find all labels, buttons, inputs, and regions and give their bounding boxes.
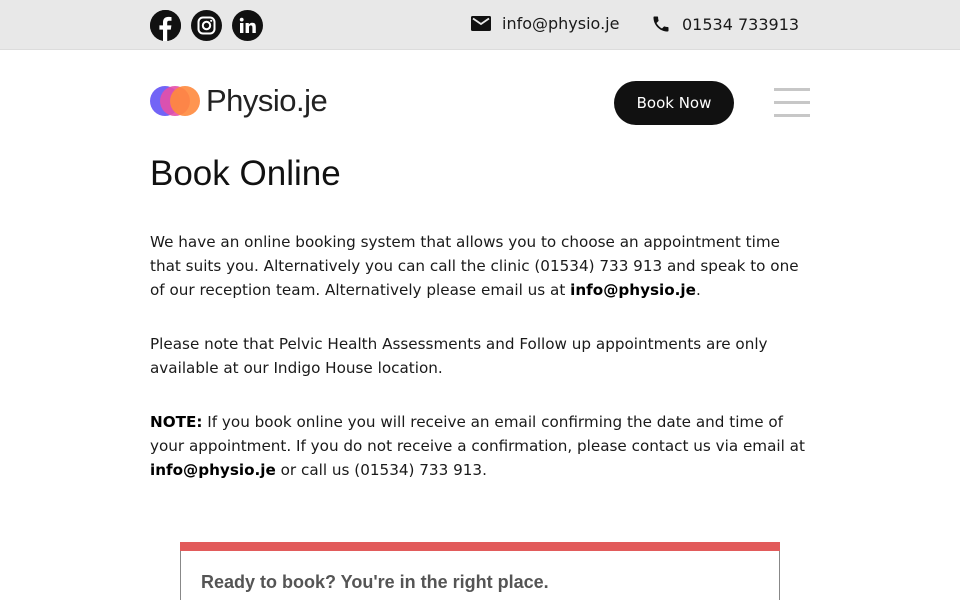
logo-text: Physio.je (206, 83, 328, 118)
email-contact[interactable]: info@physio.je (471, 14, 619, 33)
instagram-icon (197, 16, 216, 35)
facebook-link[interactable] (150, 10, 181, 41)
top-bar: info@physio.je 01534 733913 (0, 0, 960, 50)
hamburger-menu-icon[interactable] (774, 88, 810, 118)
book-now-button[interactable]: Book Now (614, 81, 734, 125)
mail-icon (471, 16, 491, 31)
instagram-link[interactable] (191, 10, 222, 41)
phone-text: 01534 733913 (682, 14, 800, 34)
intro-end: . (695, 281, 701, 299)
site-header: Physio.je Book Now (0, 51, 960, 151)
note-text: If you book online you will receive an e… (150, 413, 805, 455)
phone-contact[interactable]: 01534 733913 (651, 14, 799, 34)
linkedin-icon (239, 17, 256, 33)
booking-card: Ready to book? You're in the right place… (180, 542, 780, 600)
note-end: or call us (01534) 733 913. (275, 461, 487, 479)
note-label: NOTE: (150, 413, 203, 431)
logo-mark-icon (150, 85, 200, 117)
intro-paragraph: We have an online booking system that al… (150, 230, 815, 302)
note-email-link[interactable]: info@physio.je (150, 461, 276, 479)
email-text: info@physio.je (502, 14, 620, 33)
pelvic-note-paragraph: Please note that Pelvic Health Assessmen… (150, 335, 768, 377)
card-title: Ready to book? You're in the right place… (201, 572, 549, 592)
site-logo[interactable]: Physio.je (150, 83, 328, 119)
card-accent-bar (180, 542, 780, 551)
intro-text: We have an online booking system that al… (150, 233, 799, 299)
confirmation-note-paragraph: NOTE: If you book online you will receiv… (150, 410, 815, 482)
facebook-icon (150, 10, 181, 41)
main-content: We have an online booking system that al… (150, 230, 815, 512)
linkedin-link[interactable] (232, 10, 263, 41)
email-link[interactable]: info@physio.je (570, 281, 696, 299)
phone-icon (653, 16, 669, 32)
page-title: Book Online (150, 154, 341, 193)
